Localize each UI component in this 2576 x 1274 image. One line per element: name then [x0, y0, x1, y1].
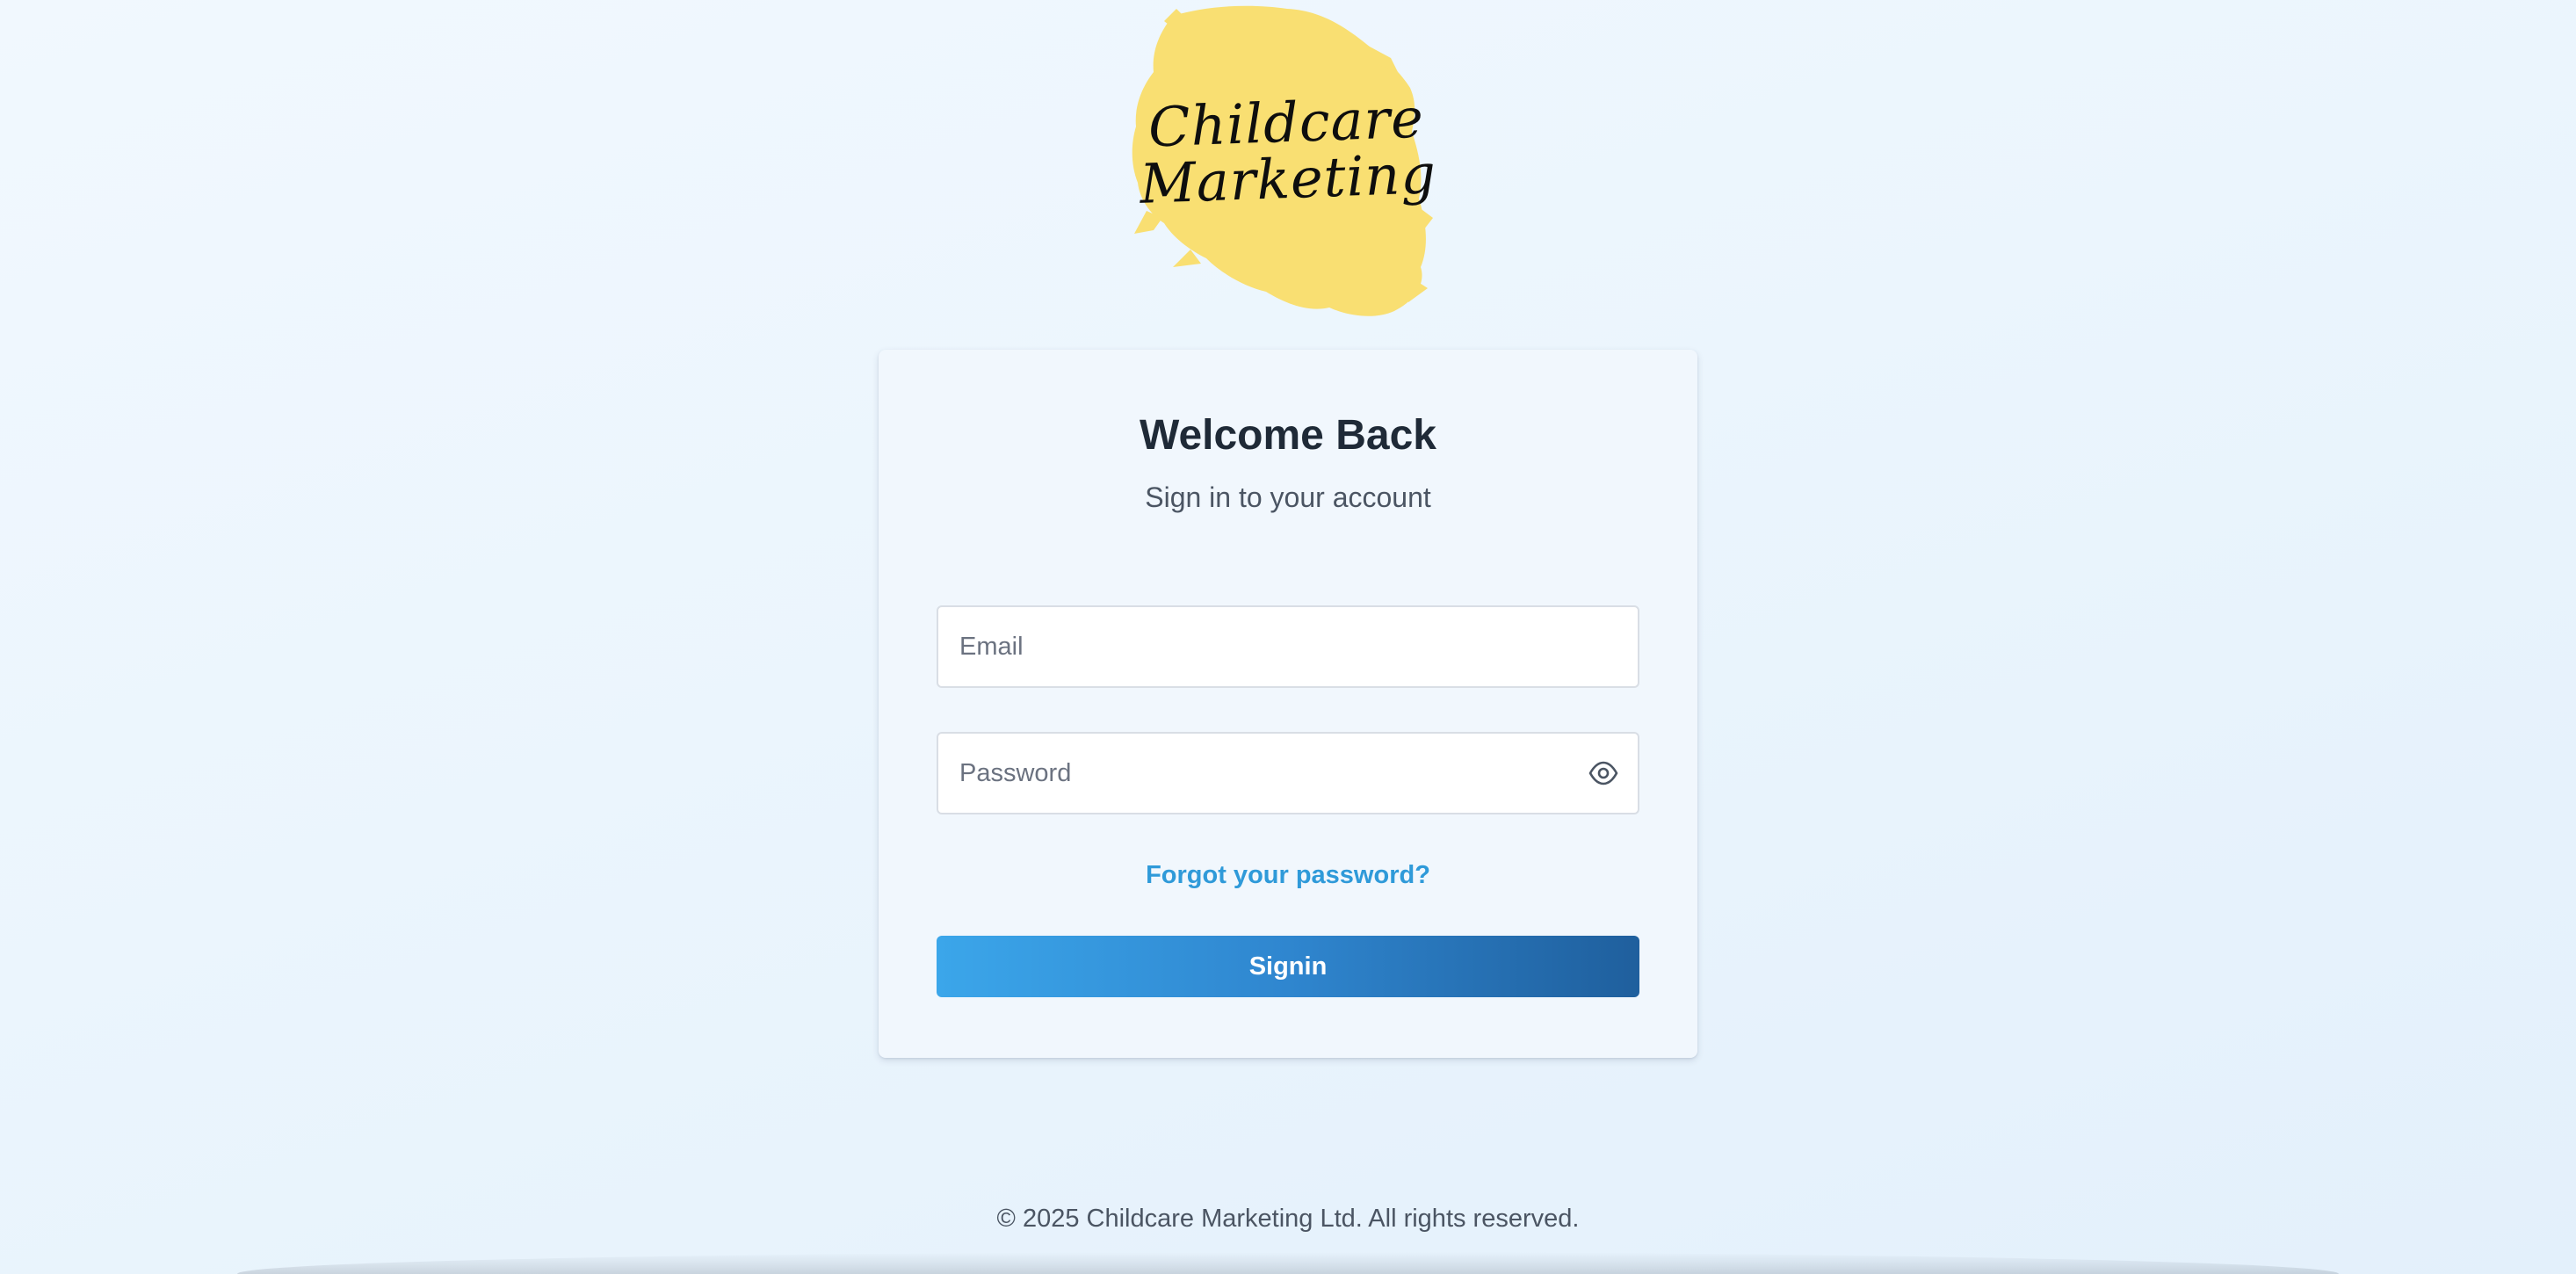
password-field[interactable]	[938, 734, 1638, 813]
login-card: Welcome Back Sign in to your account For…	[879, 350, 1697, 1058]
brand-logo-text: Childcare Marketing	[1110, 86, 1465, 216]
signin-button[interactable]: Signin	[937, 936, 1639, 997]
eye-icon[interactable]	[1588, 760, 1618, 786]
footer-copyright: © 2025 Childcare Marketing Ltd. All righ…	[996, 1205, 1580, 1233]
brand-logo-line2: Marketing	[1139, 141, 1438, 216]
email-field-wrapper	[937, 605, 1639, 688]
bottom-edge-shadow	[237, 1252, 2339, 1274]
login-title: Welcome Back	[1140, 412, 1436, 459]
forgot-password-link[interactable]: Forgot your password?	[879, 859, 1697, 891]
brand-logo[interactable]: Childcare Marketing	[1111, 4, 1463, 322]
login-subtitle: Sign in to your account	[1145, 481, 1431, 513]
email-field[interactable]	[938, 607, 1638, 686]
password-field-wrapper	[937, 732, 1639, 814]
